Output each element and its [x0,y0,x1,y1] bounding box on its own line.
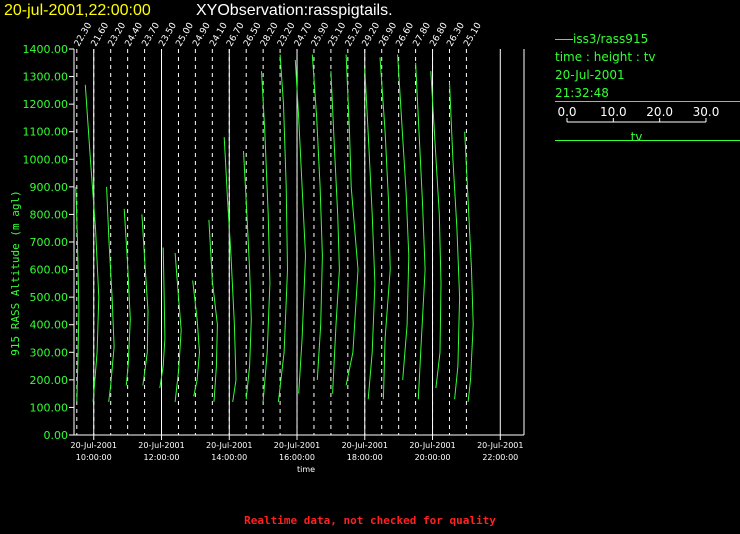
x-tick-time-label: 16:00:00 [279,453,315,462]
x-tick-time-label: 18:00:00 [347,453,383,462]
legend-scale-tick-label: 10.0 [600,105,627,119]
legend-scale: 0.0 10.0 20.0 30.0 tv [557,105,719,144]
legend-series: iss3/rass915 [555,30,656,48]
x-tick-date-label: 20-Jul-2001 [71,441,117,450]
temperature-profile-line [75,186,80,402]
x-tick-date-label: 20-Jul-2001 [342,441,388,450]
y-tick-label: 200.00 [30,374,69,387]
temperature-profile-line [192,280,201,397]
x-tick-time-label: 12:00:00 [144,453,180,462]
profile-value-label: 25.10 [462,21,484,49]
y-tick-label: 300.00 [30,346,69,359]
legend-scale-label: tv [631,130,643,144]
chart-axes: 0.00 100.00 200.00 300.00 400.00 500.00 600.00… [23,43,525,462]
y-tick-label: 1200.00 [23,98,69,111]
legend-plot-desc: time : height : tv [555,50,656,64]
y-tick-label: 700.00 [30,236,69,249]
x-axis-title: time [297,465,315,474]
y-tick-label: 0.00 [44,429,69,442]
temperature-profile-line [364,68,376,400]
y-tick-label: 800.00 [30,208,69,221]
legend-series-name: iss3/rass915 [573,32,649,46]
y-tick-label: 500.00 [30,291,69,304]
x-tick-date-label: 20-Jul-2001 [138,441,184,450]
x-tick-time-label: 20:00:00 [415,453,451,462]
x-tick-date-label: 20-Jul-2001 [477,441,523,450]
temperature-profile-line [243,150,252,400]
temperature-profile-line [208,219,218,402]
legend-scale-tick-label: 30.0 [693,105,720,119]
legend-divider-top [555,101,740,102]
x-tick-time-label: 14:00:00 [211,453,247,462]
x-tick-time-label: 22:00:00 [482,453,518,462]
x-tick-date-label: 20-Jul-2001 [409,441,455,450]
y-tick-label: 100.00 [30,401,69,414]
legend-scale-tick-label: 0.0 [557,105,576,119]
y-axis-title: 915 RASS Altitude (m agl) [9,190,22,356]
y-tick-label: 600.00 [30,264,69,277]
y-tick-label: 900.00 [30,181,69,194]
temperature-profiles [75,54,474,402]
legend-scale-tick-label: 20.0 [646,105,673,119]
legend-line-swatch-icon [555,39,573,40]
x-tick-time-label: 10:00:00 [76,453,112,462]
y-tick-label: 1300.00 [23,71,69,84]
temperature-profile-line [449,82,461,400]
legend-time: 21:32:48 [555,86,609,100]
temperature-profile-line [159,247,166,389]
x-tick-date-label: 20-Jul-2001 [206,441,252,450]
legend-panel: iss3/rass915 time : height : tv 20-Jul-2… [555,30,656,102]
legend-divider-bottom [555,140,740,141]
quality-warning: Realtime data, not checked for quality [244,514,496,527]
temperature-profile-line [415,62,426,400]
y-tick-label: 1000.00 [23,153,69,166]
legend-date: 20-Jul-2001 [555,68,625,82]
profile-labels: 22.3021.6023.2024.4023.7023.5025.0024.90… [73,21,484,49]
temperature-profile-line [330,71,340,394]
temperature-profile-line [397,54,410,380]
x-tick-date-label: 20-Jul-2001 [274,441,320,450]
temperature-profile-line [223,137,237,402]
temperature-profile-line [84,84,100,402]
y-tick-label: 400.00 [30,319,69,332]
y-tick-label: 1400.00 [23,43,69,56]
header-datetime: 20-jul-2001,22:00:00 [4,2,151,19]
header-title: XYObservation:rasspigtails. [196,2,393,19]
y-tick-label: 1100.00 [23,126,69,139]
